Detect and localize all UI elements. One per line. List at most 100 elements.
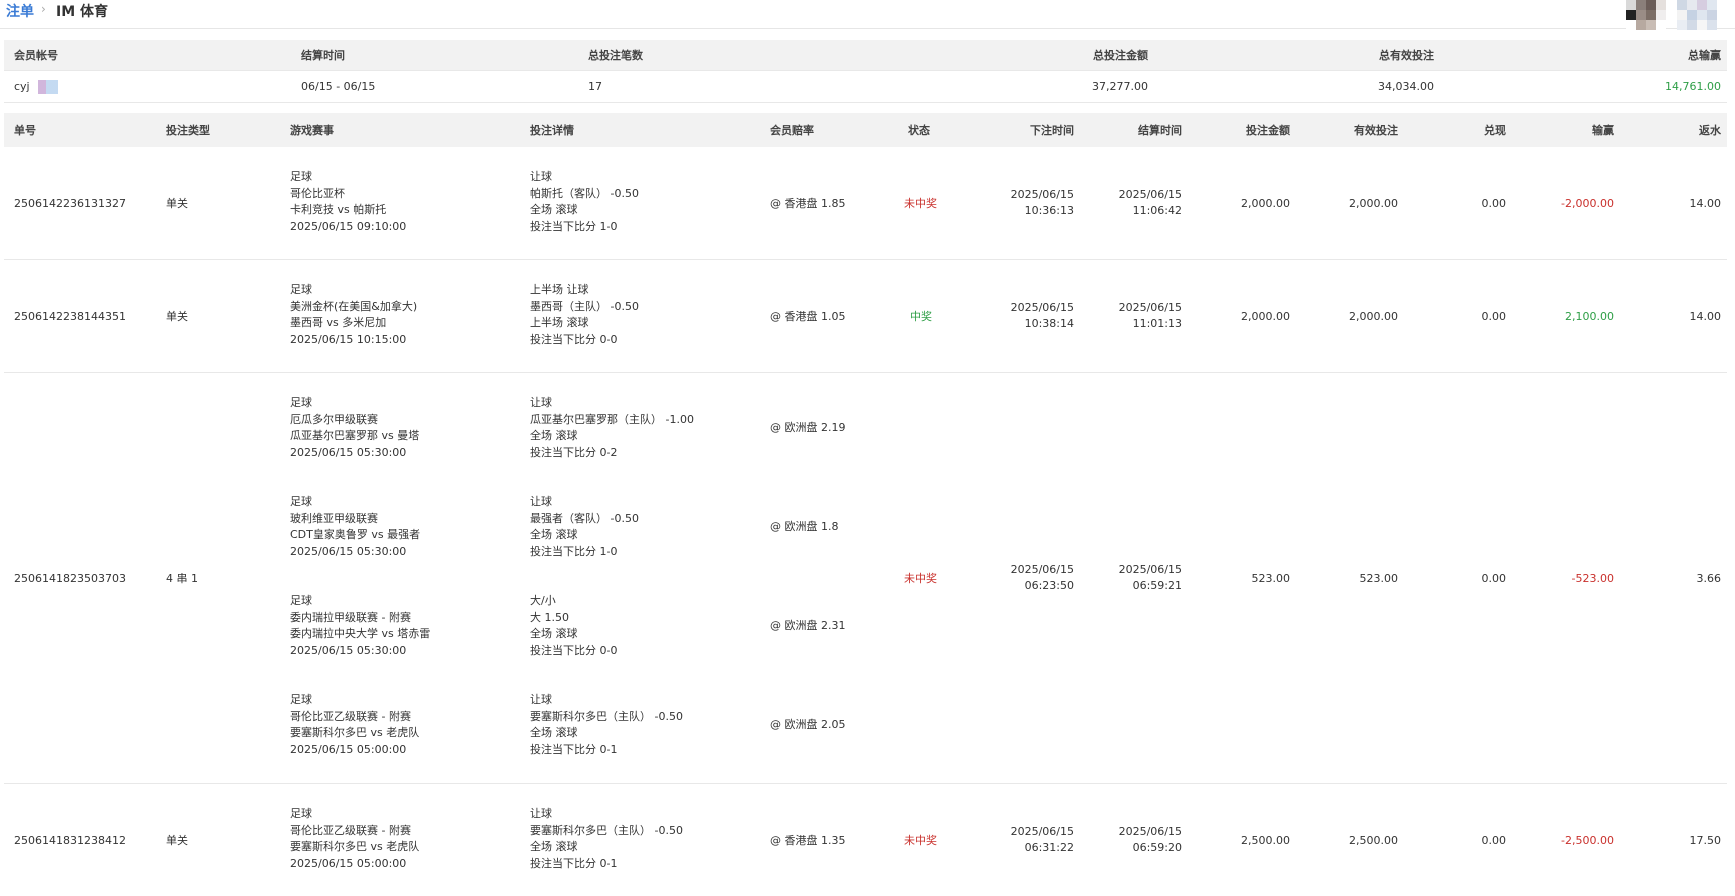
order-id: 2506142236131327 [14, 196, 126, 210]
table-row[interactable]: 2506141831238412 单关 足球 哥伦比亚乙级联赛 - 附赛 要塞斯… [4, 784, 1727, 896]
rebate: 14.00 [1689, 309, 1722, 323]
table-row[interactable]: 2506142238144351 单关 足球 美洲金杯(在美国&加拿大) 墨西哥… [4, 260, 1727, 373]
market: 让球 [530, 807, 552, 820]
bet-clock: 06:23:50 [1024, 579, 1074, 592]
score: 投注当下比分 1-0 [530, 219, 618, 233]
settle-date: 2025/06/15 [1118, 825, 1182, 838]
status-badge: 未中奖 [904, 834, 937, 847]
settle-clock: 06:59:20 [1132, 841, 1182, 854]
bet-time: 2025/06/15 06:31:22 [964, 784, 1074, 896]
col-bet-detail: 投注详情 [530, 124, 574, 137]
bet-detail: 让球 要塞斯科尔多巴（主队） -0.50 全场 滚球 投注当下比分 0-1 [530, 692, 683, 758]
status-badge: 未中奖 [904, 572, 937, 585]
winloss: -2,000.00 [1561, 196, 1614, 210]
odds: @ 欧洲盘 1.8 [770, 520, 839, 533]
amount: 2,500.00 [1241, 833, 1290, 847]
table-row[interactable]: 2506142236131327 单关 足球 哥伦比亚杯 卡利竞技 vs 帕斯托… [4, 147, 1727, 260]
summary-table: 会员帐号 结算时间 总投注笔数 总投注金额 总有效投注 总输赢 cyj 06/1… [4, 40, 1727, 103]
status-badge: 中奖 [910, 310, 932, 323]
period: 全场 滚球 [530, 429, 578, 442]
bets-table: 单号 投注类型 游戏赛事 投注详情 会员赔率 状态 下注时间 结算时间 投注金额… [4, 113, 1727, 896]
bet-time: 2025/06/15 10:38:14 [964, 260, 1074, 372]
selection: 要塞斯科尔多巴（主队） -0.50 [530, 823, 683, 837]
valid-amount: 2,500.00 [1349, 833, 1398, 847]
period: 上半场 滚球 [530, 316, 589, 329]
bet-detail: 大/小 大 1.50 全场 滚球 投注当下比分 0-0 [530, 593, 617, 659]
col-order-id: 单号 [14, 124, 36, 137]
summary-header-total-bet: 总投注金额 [1093, 49, 1148, 62]
settle-clock: 11:06:42 [1132, 204, 1182, 217]
summary-header-settle-time: 结算时间 [301, 49, 345, 62]
bet-detail: 让球 要塞斯科尔多巴（主队） -0.50 全场 滚球 投注当下比分 0-1 [530, 806, 683, 872]
match-info: 足球 美洲金杯(在美国&加拿大) 墨西哥 vs 多米尼加 2025/06/15 … [290, 282, 417, 348]
settle-date: 2025/06/15 [1118, 188, 1182, 201]
match-info: 足球 哥伦比亚乙级联赛 - 附赛 要塞斯科尔多巴 vs 老虎队 2025/06/… [290, 806, 419, 872]
col-cashout: 兑现 [1484, 124, 1506, 137]
top-bar: 注单 › IM 体育 [0, 0, 1735, 30]
selection: 最强者（客队） -0.50 [530, 511, 639, 525]
score: 投注当下比分 1-0 [530, 544, 618, 558]
match-info: 足球 哥伦比亚杯 卡利竞技 vs 帕斯托 2025/06/15 09:10:00 [290, 169, 406, 235]
bet-type: 单关 [166, 834, 188, 847]
col-bet-time: 下注时间 [1030, 124, 1074, 137]
valid-amount: 2,000.00 [1349, 196, 1398, 210]
odds: @ 香港盘 1.05 [770, 310, 846, 323]
league: 玻利维亚甲级联赛 [290, 511, 378, 525]
odds: @ 欧洲盘 2.19 [770, 421, 846, 434]
period: 全场 滚球 [530, 840, 578, 853]
settle-date: 2025/06/15 [1118, 563, 1182, 576]
bet-clock: 06:31:22 [1024, 841, 1074, 854]
col-valid: 有效投注 [1354, 124, 1398, 137]
winloss: -2,500.00 [1561, 833, 1614, 847]
rebate: 3.66 [1696, 571, 1722, 585]
bet-clock: 10:38:14 [1024, 317, 1074, 330]
col-bet-type: 投注类型 [166, 124, 210, 137]
sport: 足球 [290, 495, 312, 508]
teams: 委内瑞拉中央大学 vs 塔赤雷 [290, 627, 431, 640]
bet-detail: 让球 帕斯托（客队） -0.50 全场 滚球 投注当下比分 1-0 [530, 169, 639, 235]
col-rebate: 返水 [1699, 124, 1721, 137]
summary-row: cyj 06/15 - 06/15 17 37,277.00 34,034.00… [4, 71, 1727, 103]
bet-date: 2025/06/15 [1010, 301, 1074, 314]
market: 让球 [530, 495, 552, 508]
breadcrumb-link-orders[interactable]: 注单 [6, 1, 34, 21]
table-row[interactable]: 2506141823503703 4 串 1 足球 厄瓜多尔甲级联赛 瓜亚基尔巴… [4, 373, 1727, 784]
league: 哥伦比亚杯 [290, 186, 345, 200]
sport: 足球 [290, 170, 312, 183]
odds: @ 欧洲盘 2.31 [770, 619, 846, 632]
match-time: 2025/06/15 10:15:00 [290, 332, 407, 346]
market: 让球 [530, 396, 552, 409]
sport: 足球 [290, 396, 312, 409]
amount: 2,000.00 [1241, 196, 1290, 210]
cashout: 0.00 [1481, 571, 1507, 585]
selection: 瓜亚基尔巴塞罗那（主队） -1.00 [530, 412, 694, 426]
match-info: 足球 委内瑞拉甲级联赛 - 附赛 委内瑞拉中央大学 vs 塔赤雷 2025/06… [290, 593, 430, 659]
selection: 帕斯托（客队） -0.50 [530, 186, 639, 200]
period: 全场 滚球 [530, 726, 578, 739]
summary-header-bet-count: 总投注笔数 [588, 49, 643, 62]
winloss: 2,100.00 [1565, 309, 1614, 323]
market: 大/小 [530, 594, 556, 607]
order-id: 2506141823503703 [14, 571, 126, 585]
cashout: 0.00 [1481, 833, 1507, 847]
bets-header: 单号 投注类型 游戏赛事 投注详情 会员赔率 状态 下注时间 结算时间 投注金额… [4, 113, 1727, 147]
summary-header-total-winloss: 总输赢 [1688, 49, 1721, 62]
bet-date: 2025/06/15 [1010, 188, 1074, 201]
col-winloss: 输赢 [1592, 124, 1614, 137]
teams: 要塞斯科尔多巴 vs 老虎队 [290, 840, 420, 853]
sport: 足球 [290, 693, 312, 706]
user-menu-icon[interactable] [1677, 0, 1717, 30]
summary-account[interactable]: cyj [14, 71, 58, 102]
match-time: 2025/06/15 05:30:00 [290, 544, 407, 558]
league: 厄瓜多尔甲级联赛 [290, 412, 378, 426]
winloss: -523.00 [1571, 571, 1614, 585]
bet-date: 2025/06/15 [1010, 825, 1074, 838]
sport: 足球 [290, 283, 312, 296]
odds: @ 欧洲盘 2.05 [770, 718, 846, 731]
avatar[interactable] [1626, 0, 1666, 30]
teams: 瓜亚基尔巴塞罗那 vs 曼塔 [290, 429, 420, 442]
cashout: 0.00 [1481, 196, 1507, 210]
teams: CDT皇家奥鲁罗 vs 最强者 [290, 528, 421, 541]
match-time: 2025/06/15 05:00:00 [290, 742, 407, 756]
market: 让球 [530, 693, 552, 706]
